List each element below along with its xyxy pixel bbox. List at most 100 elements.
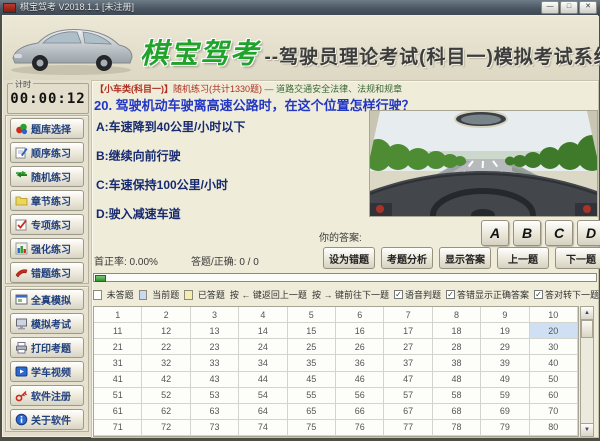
grid-cell[interactable]: 39	[481, 355, 529, 371]
sidebar-item-random-practice[interactable]: 随机练习	[10, 166, 84, 187]
grid-cell[interactable]: 12	[142, 323, 190, 339]
grid-cell[interactable]: 53	[191, 388, 239, 404]
grid-cell[interactable]: 41	[94, 372, 142, 388]
sidebar-item-driving-videos[interactable]: 学车视频	[10, 361, 84, 382]
grid-cell[interactable]: 31	[94, 355, 142, 371]
next-question-button[interactable]: 下一题	[555, 247, 600, 269]
grid-cell[interactable]: 36	[336, 355, 384, 371]
grid-cell[interactable]: 55	[288, 388, 336, 404]
grid-cell[interactable]: 69	[481, 404, 529, 420]
grid-cell[interactable]: 9	[481, 307, 529, 323]
show-correct-on-wrong-checkbox[interactable]: ✓ 答错显示正确答案	[446, 288, 529, 301]
sidebar-item-print-questions[interactable]: 打印考题	[10, 337, 84, 358]
show-answer-button[interactable]: 显示答案	[439, 247, 491, 269]
grid-cell[interactable]: 23	[191, 339, 239, 355]
grid-cell[interactable]: 65	[288, 404, 336, 420]
grid-cell[interactable]: 13	[191, 323, 239, 339]
grid-cell[interactable]: 5	[288, 307, 336, 323]
grid-cell[interactable]: 18	[433, 323, 481, 339]
answer-button-a[interactable]: A	[481, 220, 509, 246]
progress-thumb[interactable]	[95, 275, 106, 282]
grid-cell[interactable]: 1	[94, 307, 142, 323]
grid-cell[interactable]: 75	[288, 420, 336, 436]
sidebar-item-sequential-practice[interactable]: 顺序练习	[10, 142, 84, 163]
grid-cell[interactable]: 21	[94, 339, 142, 355]
sidebar-item-special-practice[interactable]: 专项练习	[10, 214, 84, 235]
grid-cell[interactable]: 29	[481, 339, 529, 355]
minimize-button[interactable]: —	[541, 1, 559, 14]
grid-cell[interactable]: 38	[433, 355, 481, 371]
grid-cell[interactable]: 2	[142, 307, 190, 323]
grid-cell[interactable]: 58	[433, 388, 481, 404]
grid-cell[interactable]: 40	[530, 355, 578, 371]
sidebar-item-full-simulation[interactable]: 全真模拟	[10, 289, 84, 310]
grid-cell[interactable]: 44	[239, 372, 287, 388]
grid-cell[interactable]: 7	[384, 307, 432, 323]
sidebar-item-question-bank[interactable]: 题库选择	[10, 118, 84, 139]
grid-cell[interactable]: 80	[530, 420, 578, 436]
progress-bar[interactable]	[93, 273, 597, 282]
grid-cell[interactable]: 63	[191, 404, 239, 420]
sidebar-item-chapter-practice[interactable]: 章节练习	[10, 190, 84, 211]
voice-judge-checkbox[interactable]: ✓ 语音判题	[394, 288, 441, 301]
grid-cell[interactable]: 66	[336, 404, 384, 420]
analysis-button[interactable]: 考题分析	[381, 247, 433, 269]
sidebar-item-wrong-question-practice[interactable]: 错题练习	[10, 262, 84, 283]
grid-cell[interactable]: 8	[433, 307, 481, 323]
grid-cell[interactable]: 78	[433, 420, 481, 436]
grid-cell[interactable]: 30	[530, 339, 578, 355]
grid-cell[interactable]: 68	[433, 404, 481, 420]
scroll-down-icon[interactable]: ▼	[581, 423, 593, 436]
grid-cell[interactable]: 79	[481, 420, 529, 436]
grid-cell[interactable]: 15	[288, 323, 336, 339]
option-a[interactable]: A:车速降到40公里/小时以下	[96, 118, 245, 135]
mark-wrong-button[interactable]: 设为错题	[323, 247, 375, 269]
grid-cell[interactable]: 3	[191, 307, 239, 323]
answer-button-c[interactable]: C	[545, 220, 573, 246]
grid-cell[interactable]: 19	[481, 323, 529, 339]
grid-cell[interactable]: 74	[239, 420, 287, 436]
grid-cell[interactable]: 42	[142, 372, 190, 388]
grid-cell[interactable]: 14	[239, 323, 287, 339]
sidebar-item-intensive-practice[interactable]: 强化练习	[10, 238, 84, 259]
grid-cell[interactable]: 64	[239, 404, 287, 420]
grid-cell[interactable]: 46	[336, 372, 384, 388]
option-b[interactable]: B:继续向前行驶	[96, 147, 181, 164]
grid-cell[interactable]: 33	[191, 355, 239, 371]
grid-cell[interactable]: 71	[94, 420, 142, 436]
grid-cell[interactable]: 34	[239, 355, 287, 371]
grid-cell[interactable]: 52	[142, 388, 190, 404]
scroll-up-icon[interactable]: ▲	[581, 307, 593, 320]
sidebar-item-mock-exam[interactable]: 模拟考试	[10, 313, 84, 334]
prev-question-button[interactable]: 上一题	[497, 247, 549, 269]
grid-cell[interactable]: 61	[94, 404, 142, 420]
option-c[interactable]: C:车速保持100公里/小时	[96, 176, 228, 193]
grid-cell[interactable]: 45	[288, 372, 336, 388]
grid-cell[interactable]: 17	[384, 323, 432, 339]
grid-cell[interactable]: 16	[336, 323, 384, 339]
close-button[interactable]: ✕	[579, 1, 597, 14]
grid-cell[interactable]: 20	[530, 323, 578, 339]
grid-cell[interactable]: 4	[239, 307, 287, 323]
grid-cell[interactable]: 57	[384, 388, 432, 404]
answer-button-b[interactable]: B	[513, 220, 541, 246]
grid-cell[interactable]: 11	[94, 323, 142, 339]
maximize-button[interactable]: □	[560, 1, 578, 14]
grid-cell[interactable]: 49	[481, 372, 529, 388]
grid-cell[interactable]: 50	[530, 372, 578, 388]
grid-cell[interactable]: 28	[433, 339, 481, 355]
grid-cell[interactable]: 76	[336, 420, 384, 436]
grid-cell[interactable]: 72	[142, 420, 190, 436]
grid-cell[interactable]: 59	[481, 388, 529, 404]
sidebar-item-software-register[interactable]: 软件注册	[10, 385, 84, 406]
grid-cell[interactable]: 73	[191, 420, 239, 436]
grid-scrollbar[interactable]: ▲ ▼	[580, 306, 594, 437]
grid-cell[interactable]: 32	[142, 355, 190, 371]
scrollbar-thumb[interactable]	[581, 320, 593, 338]
grid-cell[interactable]: 70	[530, 404, 578, 420]
grid-cell[interactable]: 43	[191, 372, 239, 388]
grid-cell[interactable]: 27	[384, 339, 432, 355]
grid-cell[interactable]: 51	[94, 388, 142, 404]
grid-cell[interactable]: 37	[384, 355, 432, 371]
grid-cell[interactable]: 10	[530, 307, 578, 323]
